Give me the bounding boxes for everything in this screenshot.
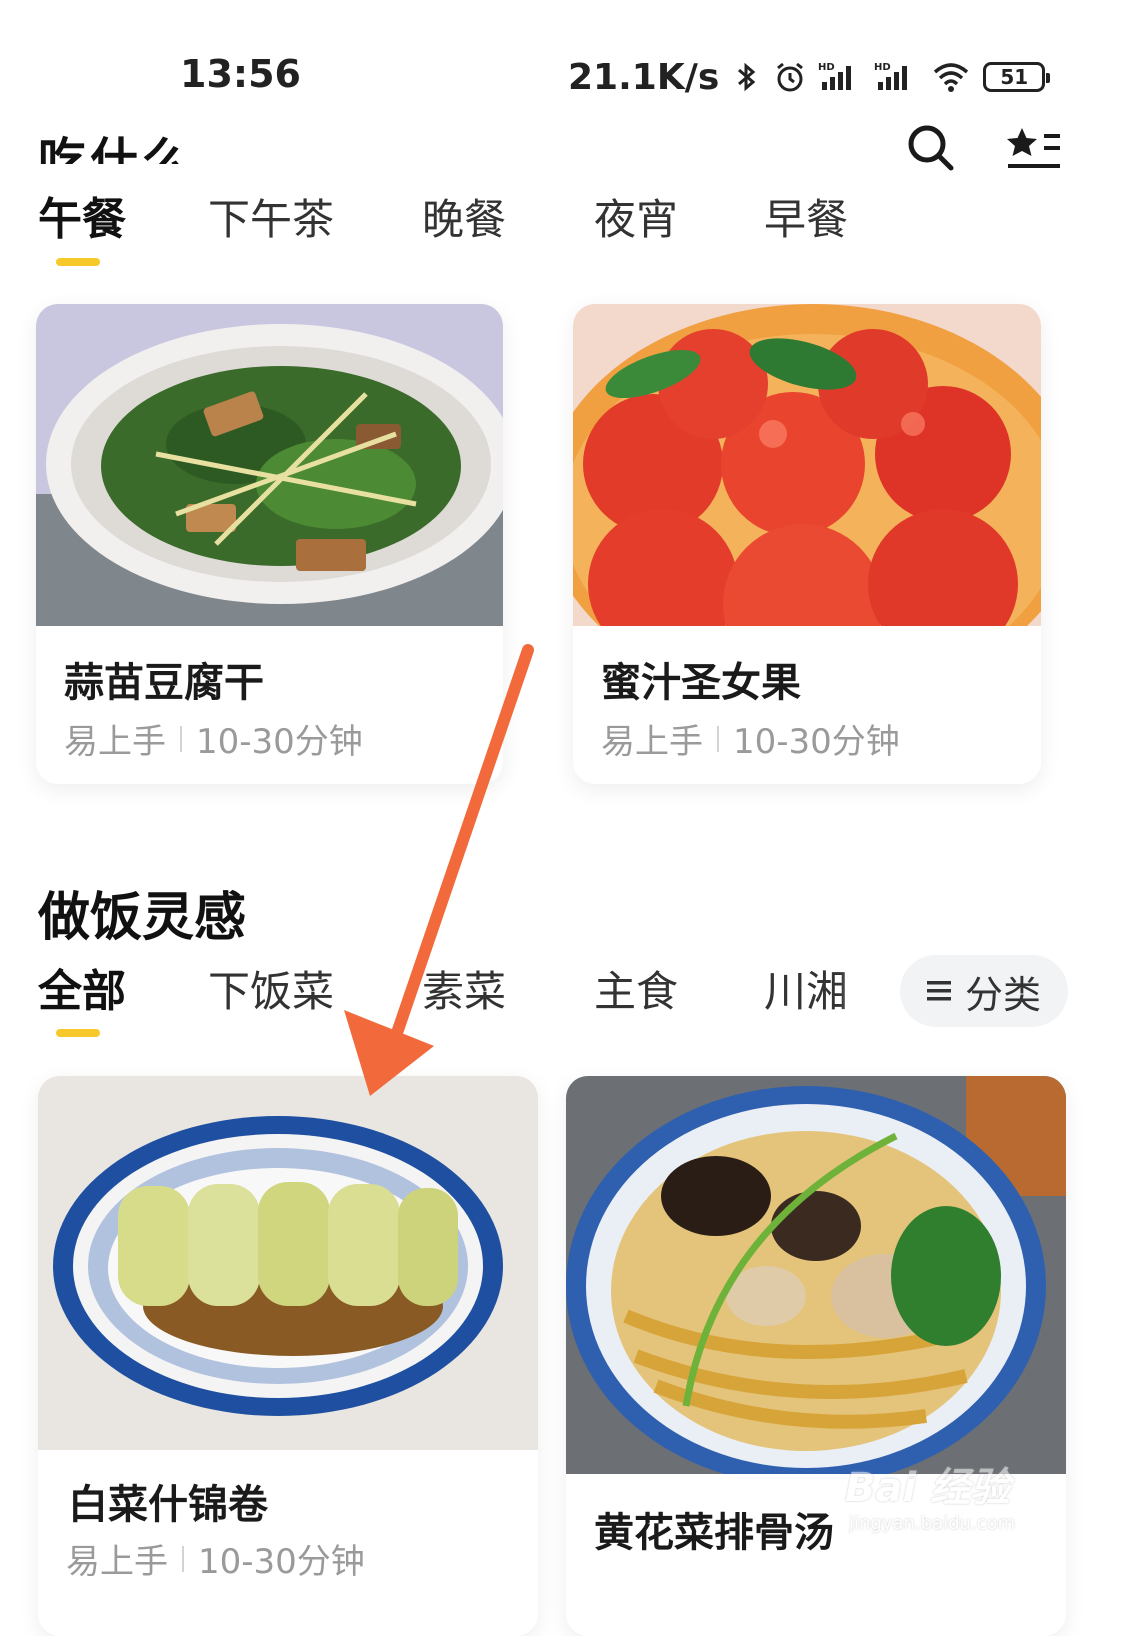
tab-staple[interactable]: 主食 [594, 964, 678, 1024]
tab-late-night[interactable]: 夜宵 [594, 192, 678, 252]
menu-icon [926, 981, 951, 1001]
meta-divider [180, 725, 182, 752]
signal-hd-icon: HD [874, 62, 908, 90]
recipe-title: 白菜什锦卷 [68, 1482, 268, 1528]
wifi-icon [934, 63, 969, 92]
svg-text:HD: HD [818, 62, 835, 73]
tab-afternoon-tea[interactable]: 下午茶 [208, 192, 334, 252]
svg-text:HD: HD [874, 62, 891, 73]
bluetooth-icon [738, 62, 756, 92]
meta-divider [717, 725, 719, 752]
meta-divider [182, 1545, 184, 1572]
watermark-main: Bai 经验 [845, 1465, 1011, 1511]
recipe-time: 10-30分钟 [196, 722, 363, 762]
watermark: Bai 经验 jingyan.baidu.com [845, 1455, 1045, 1550]
recipe-image [573, 304, 1041, 626]
recipe-meta: 易上手 10-30分钟 [601, 714, 900, 763]
tab-rice-dishes[interactable]: 下饭菜 [208, 964, 334, 1024]
status-time: 13:56 [180, 52, 301, 96]
battery-icon: 51 [983, 62, 1051, 92]
star-list-icon[interactable] [1004, 124, 1064, 172]
recipe-difficulty: 易上手 [601, 722, 703, 762]
category-button[interactable]: 分类 [900, 955, 1068, 1027]
recipe-card[interactable]: 白菜什锦卷 易上手 10-30分钟 [38, 1076, 538, 1636]
search-icon[interactable] [905, 122, 957, 174]
page-title: 吃什么 [38, 133, 195, 164]
recipe-difficulty: 易上手 [66, 1542, 168, 1582]
recipe-image [38, 1076, 538, 1450]
tab-lunch[interactable]: 午餐 [38, 192, 126, 252]
recipe-card[interactable]: 蜜汁圣女果 易上手 10-30分钟 [573, 304, 1041, 784]
recipe-card[interactable]: 黄花菜排骨汤 [566, 1076, 1066, 1636]
tabs-fade [840, 960, 880, 1026]
network-speed: 21.1K/s [568, 56, 720, 98]
battery-level: 51 [1000, 65, 1029, 89]
recipe-time: 10-30分钟 [733, 722, 900, 762]
recipe-meta: 易上手 10-30分钟 [64, 714, 363, 763]
signal-hd-icon: HD [818, 62, 852, 90]
status-icons: 21.1K/s HD HD 51 [568, 52, 1051, 102]
tab-active-indicator [56, 258, 100, 266]
section-title: 做饭灵感 [38, 888, 247, 948]
category-label: 分类 [964, 972, 1041, 1017]
tab-vegetarian[interactable]: 素菜 [422, 964, 506, 1024]
tab-all[interactable]: 全部 [38, 964, 126, 1024]
watermark-sub: jingyan.baidu.com [849, 1513, 1016, 1534]
recipe-title: 黄花菜排骨汤 [594, 1510, 834, 1556]
recipe-image [566, 1076, 1066, 1474]
alarm-icon [777, 62, 804, 92]
recipe-time: 10-30分钟 [198, 1542, 365, 1582]
recipe-card[interactable]: 蒜苗豆腐干 易上手 10-30分钟 [36, 304, 503, 784]
tab-active-indicator [56, 1029, 100, 1037]
tab-breakfast[interactable]: 早餐 [764, 192, 848, 252]
recipe-title: 蒜苗豆腐干 [64, 660, 264, 706]
tab-dinner[interactable]: 晚餐 [422, 192, 506, 252]
recipe-difficulty: 易上手 [64, 722, 166, 762]
recipe-image [36, 304, 503, 626]
recipe-meta: 易上手 10-30分钟 [66, 1534, 365, 1583]
recipe-title: 蜜汁圣女果 [601, 660, 801, 706]
